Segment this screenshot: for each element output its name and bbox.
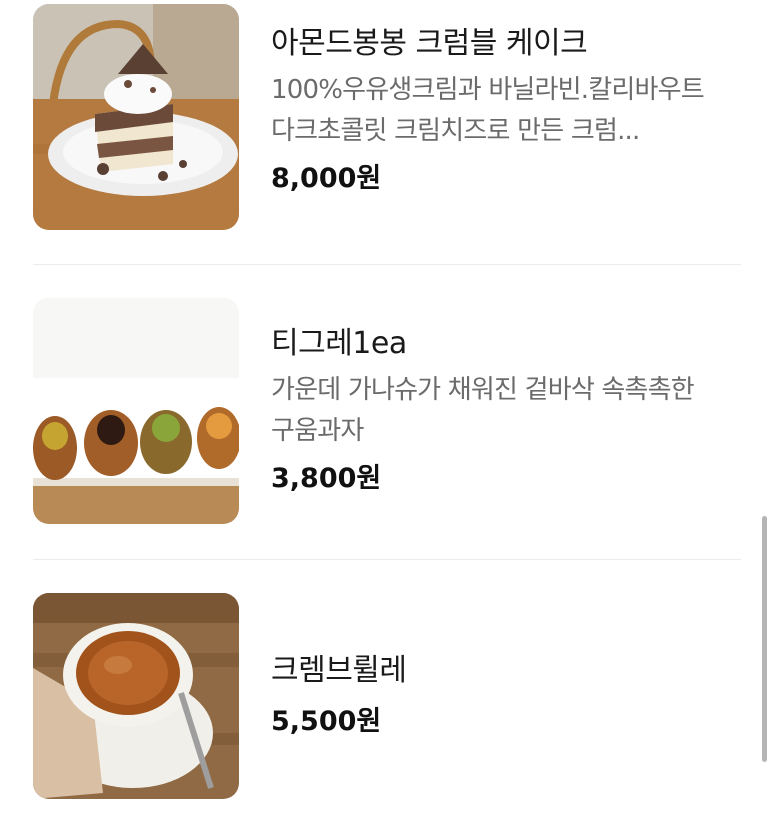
menu-item-price: 8,000원: [271, 163, 382, 194]
menu-item-info: 크렘브륄레 5,500원: [271, 593, 741, 741]
menu-item-name: 아몬드봉봉 크럼블 케이크: [271, 26, 588, 61]
creme-brulee-image: [33, 593, 239, 799]
scrollbar[interactable]: [762, 516, 767, 762]
divider: [33, 264, 741, 265]
menu-item-description: 가운데 가나슈가 채워진 겉바삭 속촉촉한 구움과자: [271, 375, 695, 446]
menu-item-name: 크렘브륄레: [271, 653, 407, 688]
menu-item-price: 5,500원: [271, 706, 382, 737]
divider: [33, 559, 741, 560]
menu-item[interactable]: 아몬드봉봉 크럼블 케이크 100%우유생크림과 바닐라빈.칼리바우트 다크초콜…: [33, 4, 741, 232]
menu-item-info: 티그레1ea 가운데 가나슈가 채워진 겉바삭 속촉촉한 구움과자 3,800원: [271, 298, 741, 498]
menu-item-name: 티그레1ea: [271, 326, 407, 361]
menu-item[interactable]: 티그레1ea 가운데 가나슈가 채워진 겉바삭 속촉촉한 구움과자 3,800원: [33, 298, 741, 524]
menu-item-description: 100%우유생크림과 바닐라빈.칼리바우트 다크초콜릿 크림치즈로 만든 크럼.…: [271, 75, 705, 146]
menu-item-info: 아몬드봉봉 크럼블 케이크 100%우유생크림과 바닐라빈.칼리바우트 다크초콜…: [271, 4, 741, 198]
menu-item[interactable]: 크렘브륄레 5,500원: [33, 593, 741, 799]
menu-list: 아몬드봉봉 크럼블 케이크 100%우유생크림과 바닐라빈.칼리바우트 다크초콜…: [0, 0, 773, 813]
menu-item-price: 3,800원: [271, 463, 382, 494]
tigre-pastry-image: [33, 298, 239, 524]
almond-crumble-cake-image: [33, 4, 239, 230]
